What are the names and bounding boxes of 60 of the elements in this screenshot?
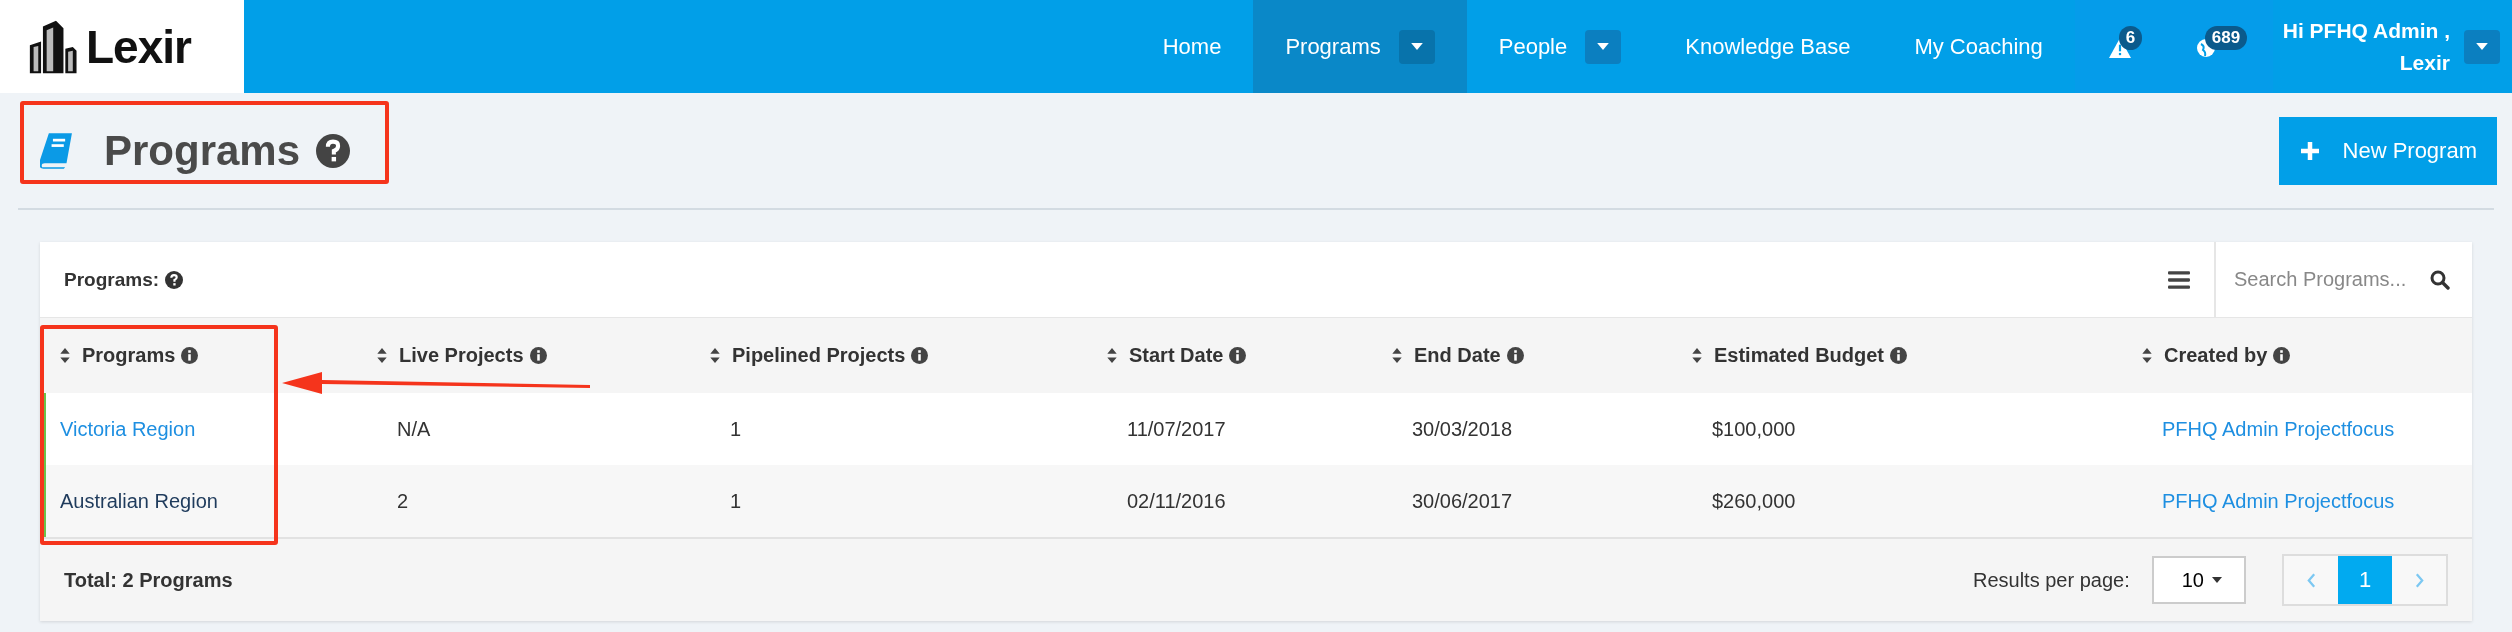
column-header[interactable]: Pipelined Projects [710,344,1107,367]
notification-button[interactable]: 6 [2096,21,2157,72]
program-link[interactable]: Australian Region [60,489,218,512]
column-header[interactable]: End Date [1392,344,1692,367]
info-icon[interactable] [529,347,547,364]
info-icon[interactable] [1506,347,1524,364]
table-cell: 30/06/2017 [1412,489,1513,512]
results-per-page-label: Results per page: [1973,568,2130,592]
menu-icon[interactable] [2168,270,2190,289]
info-icon[interactable] [181,347,199,364]
search-icon[interactable] [2430,269,2450,290]
page-title: Programs [104,126,301,175]
table-cell: 30/03/2018 [1412,417,1513,440]
chevron-left-icon [2306,572,2316,588]
chevron-right-icon [2414,572,2424,588]
count-badge: 6 [2118,25,2143,50]
caret-icon [2212,577,2222,583]
table-cell: $100,000 [1712,417,1796,440]
program-link[interactable]: Victoria Region [60,417,196,440]
sort-icon[interactable] [1392,348,1402,363]
help-icon[interactable] [165,270,184,289]
table-cell: 11/07/2017 [1127,417,1226,440]
caret-icon [1410,43,1423,50]
card-title: Programs: [64,268,160,291]
table-cell: N/A [397,417,431,440]
caret-icon [2476,43,2488,50]
table-cell: 1 [730,417,742,440]
info-icon[interactable] [1229,347,1247,364]
column-header[interactable]: Live Projects [377,344,710,367]
table-cell: 1 [730,489,742,512]
nav-item[interactable]: Programs [1253,0,1467,93]
user-greeting: Hi PFHQ Admin , [2282,18,2450,43]
sort-icon[interactable] [377,348,387,363]
dropdown-toggle[interactable] [1398,29,1435,64]
dropdown-toggle[interactable] [1585,29,1622,64]
plus-icon [2300,141,2319,160]
table-cell: 02/11/2016 [1127,489,1226,512]
info-icon[interactable] [1890,347,1908,364]
total-count: Total: 2 Programs [64,568,233,592]
dropdown-toggle[interactable] [2464,29,2500,64]
sort-icon[interactable] [2142,348,2152,363]
column-header[interactable]: Start Date [1107,344,1392,367]
table-cell: $260,000 [1712,489,1796,512]
user-company: Lexir [2399,50,2450,75]
column-header[interactable]: Created by [2142,344,2472,367]
sort-icon[interactable] [60,348,70,363]
results-per-page-select[interactable]: 10 [2151,556,2246,604]
column-header[interactable]: Programs [60,344,377,367]
book-icon [40,131,74,170]
sort-icon[interactable] [1692,348,1702,363]
column-header[interactable]: Estimated Budget [1692,344,2142,367]
table-cell: 2 [397,489,409,512]
sort-icon[interactable] [710,348,720,363]
sort-icon[interactable] [1107,348,1117,363]
info-icon[interactable] [2273,347,2291,364]
caret-icon [1597,43,1610,50]
info-icon[interactable] [911,347,929,364]
count-badge: 689 [2204,25,2248,50]
help-icon[interactable] [316,133,351,168]
logo-text[interactable]: Lexir [86,19,191,74]
